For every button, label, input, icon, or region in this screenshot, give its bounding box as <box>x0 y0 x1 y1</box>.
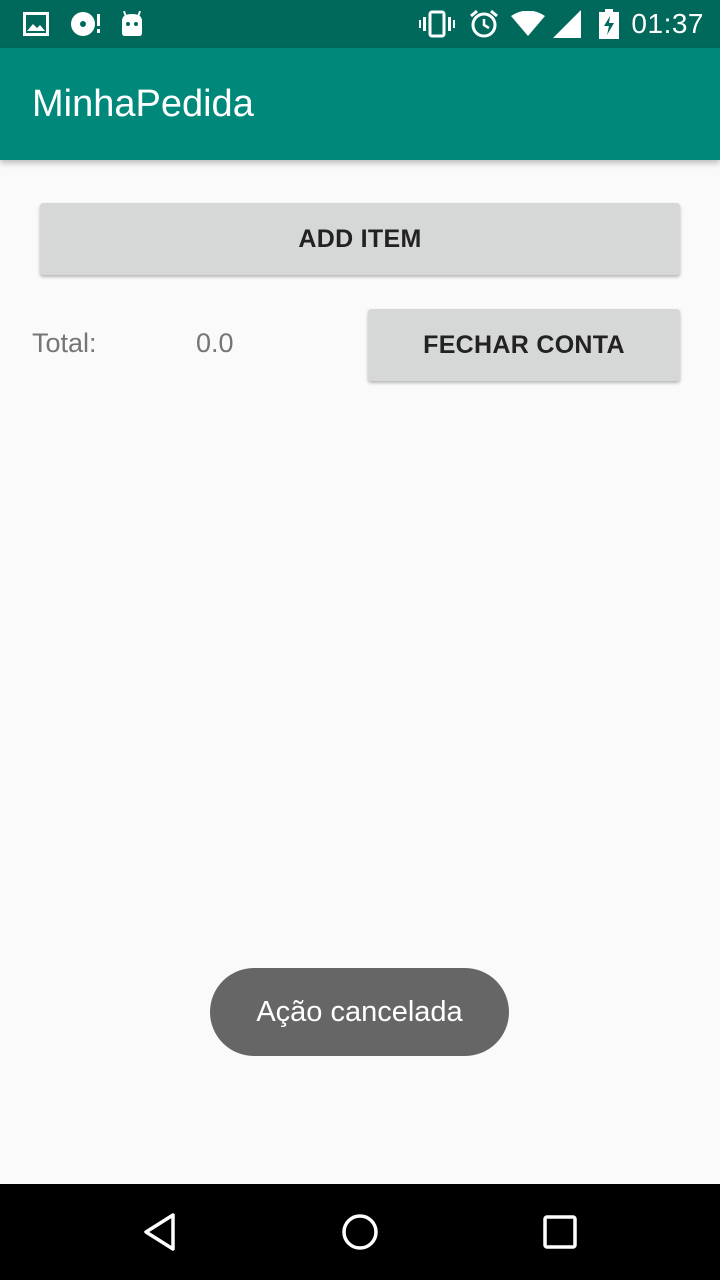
alarm-icon <box>468 0 500 48</box>
home-icon[interactable] <box>310 1184 410 1280</box>
image-icon <box>22 0 50 48</box>
vibrate-icon <box>418 0 456 48</box>
close-account-button[interactable]: FECHAR CONTA <box>368 309 680 381</box>
battery-charging-icon <box>596 0 622 48</box>
recents-icon[interactable] <box>510 1184 610 1280</box>
disc-icon <box>68 0 102 48</box>
app-title: MinhaPedida <box>32 83 254 125</box>
back-icon[interactable] <box>110 1184 210 1280</box>
add-item-button[interactable]: ADD ITEM <box>40 203 680 275</box>
navigation-bar <box>0 1184 720 1280</box>
status-time: 01:37 <box>631 8 704 39</box>
total-label: Total: <box>32 328 97 358</box>
wifi-icon <box>510 0 546 48</box>
total-value: 0.0 <box>196 328 234 358</box>
app-bar: MinhaPedida <box>0 48 720 160</box>
status-bar: 01:37 <box>0 0 720 48</box>
signal-icon <box>552 0 582 48</box>
android-icon <box>118 0 146 48</box>
toast-message: Ação cancelada <box>210 968 509 1056</box>
